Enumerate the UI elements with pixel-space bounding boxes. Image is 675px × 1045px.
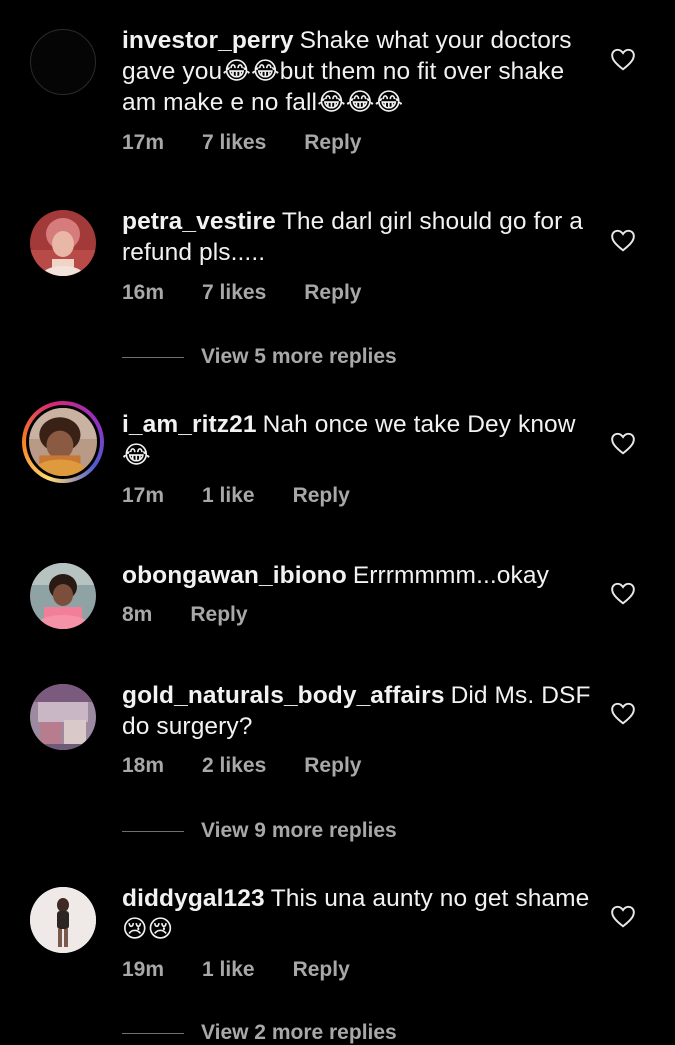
avatar[interactable] — [30, 210, 96, 276]
avatar[interactable] — [30, 29, 96, 95]
heart-outline-icon[interactable] — [610, 228, 636, 252]
view-replies-button[interactable]: View 5 more replies — [122, 345, 397, 369]
comment-body: Errrmmmm...okay — [352, 562, 549, 589]
comment-text: petra_vestire The darl girl should go for… — [122, 206, 592, 268]
comment-username[interactable]: petra_vestire — [122, 208, 276, 235]
comment-time: 8m — [122, 603, 153, 626]
avatar[interactable] — [30, 887, 96, 953]
comment-meta: 17m 7 likes Reply — [122, 131, 399, 155]
comment-username[interactable]: obongawan_ibiono — [122, 562, 347, 589]
view-replies-button[interactable]: View 9 more replies — [122, 819, 397, 843]
comment-time: 17m — [122, 484, 165, 507]
comment-time: 16m — [122, 281, 165, 304]
avatar[interactable] — [30, 684, 96, 750]
comment-text: investor_perry Shake what your doctors ga… — [122, 25, 592, 118]
heart-outline-icon[interactable] — [610, 431, 636, 455]
reply-button[interactable]: Reply — [304, 754, 361, 777]
view-replies-label: View 5 more replies — [201, 345, 397, 368]
comment-time: 18m — [122, 754, 165, 777]
comment-username[interactable]: diddygal123 — [122, 885, 265, 912]
comment-meta: 18m 2 likes Reply — [122, 754, 399, 778]
reply-button[interactable]: Reply — [293, 484, 350, 507]
comment-time: 17m — [122, 131, 165, 154]
divider-line — [122, 356, 184, 358]
comment-meta: 16m 7 likes Reply — [122, 281, 399, 305]
comment-text: diddygal123 This una aunty no get shame 😢… — [122, 883, 592, 945]
comment-username[interactable]: i_am_ritz21 — [122, 411, 257, 438]
story-ring[interactable] — [22, 401, 104, 483]
comment-text: i_am_ritz21 Nah once we take Dey know 😂 — [122, 409, 592, 471]
heart-outline-icon[interactable] — [610, 904, 636, 928]
comment-username[interactable]: investor_perry — [122, 27, 294, 54]
avatar[interactable] — [29, 408, 97, 476]
comment-meta: 17m 1 like Reply — [122, 484, 388, 508]
comment-username[interactable]: gold_naturals_body_affairs — [122, 682, 445, 709]
comment-text: gold_naturals_body_affairs Did Ms. DSF do… — [122, 680, 592, 742]
comment-meta: 19m 1 like Reply — [122, 958, 388, 982]
heart-outline-icon[interactable] — [610, 47, 636, 71]
comment-likes[interactable]: 7 likes — [202, 281, 266, 304]
reply-button[interactable]: Reply — [190, 603, 247, 626]
reply-button[interactable]: Reply — [293, 958, 350, 981]
avatar[interactable] — [30, 563, 96, 629]
comment-text: obongawan_ibiono Errrmmmm...okay — [122, 560, 592, 591]
heart-outline-icon[interactable] — [610, 581, 636, 605]
reply-button[interactable]: Reply — [304, 281, 361, 304]
view-replies-label: View 2 more replies — [201, 1021, 397, 1044]
comment-likes[interactable]: 2 likes — [202, 754, 266, 777]
comment-likes[interactable]: 7 likes — [202, 131, 266, 154]
reply-button[interactable]: Reply — [304, 131, 361, 154]
view-replies-button[interactable]: View 2 more replies — [122, 1021, 397, 1045]
comment-likes[interactable]: 1 like — [202, 484, 255, 507]
comment-time: 19m — [122, 958, 165, 981]
divider-line — [122, 830, 184, 832]
comment-likes[interactable]: 1 like — [202, 958, 255, 981]
comment-meta: 8m Reply — [122, 603, 286, 627]
heart-outline-icon[interactable] — [610, 701, 636, 725]
view-replies-label: View 9 more replies — [201, 819, 397, 842]
divider-line — [122, 1032, 184, 1034]
